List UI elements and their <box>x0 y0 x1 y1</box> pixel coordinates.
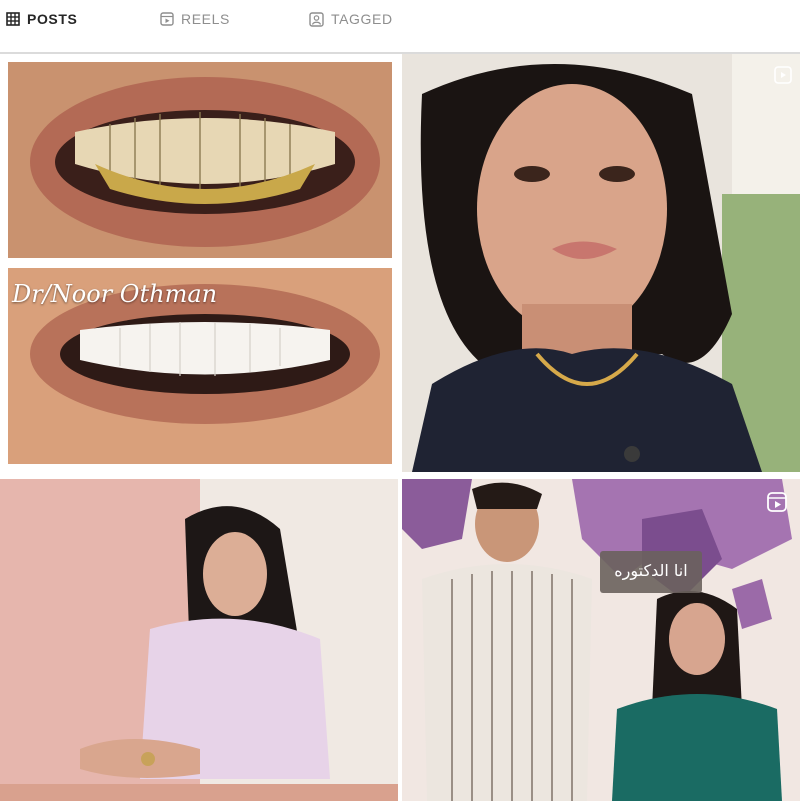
reel-caption-overlay: انا الدكتوره <box>614 561 688 580</box>
reel-badge-icon <box>774 66 792 84</box>
tagged-icon <box>309 11 324 27</box>
post-teeth-before-after[interactable]: Dr/Noor Othman <box>0 54 398 472</box>
portrait-image <box>402 54 800 472</box>
post-portrait-reel[interactable] <box>402 54 800 472</box>
tab-tagged[interactable]: TAGGED <box>309 9 393 29</box>
post-overlay-caption: Dr/Noor Othman <box>12 280 218 308</box>
pink-room-image <box>0 479 398 801</box>
grid-icon <box>6 12 20 26</box>
tab-posts-label: POSTS <box>27 11 78 27</box>
post-pink-room[interactable] <box>0 479 398 801</box>
tab-reels[interactable]: REELS <box>160 9 230 29</box>
reels-icon <box>160 12 174 26</box>
reel-badge-icon <box>766 491 788 513</box>
profile-tabs: POSTS REELS TAGGED <box>0 0 800 40</box>
teeth-before-after-image <box>0 54 398 472</box>
tab-reels-label: REELS <box>181 11 230 27</box>
tab-posts[interactable]: POSTS <box>6 9 77 29</box>
post-office-reel[interactable]: انا الدكتوره <box>402 479 800 801</box>
tab-tagged-label: TAGGED <box>331 11 393 27</box>
office-scene-image <box>402 479 800 801</box>
